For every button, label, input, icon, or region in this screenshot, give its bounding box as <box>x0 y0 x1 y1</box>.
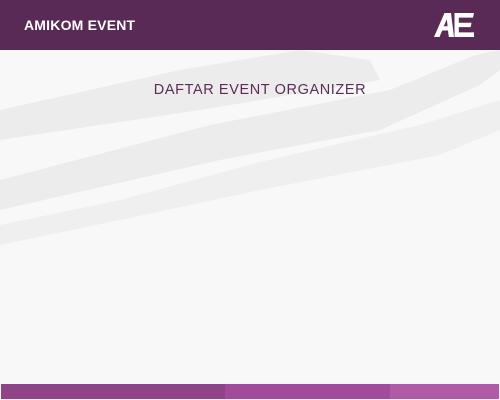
footer-color-bar <box>1 384 499 399</box>
app-title: AMIKOM EVENT <box>24 17 136 33</box>
ae-logo-icon <box>434 13 476 37</box>
footer-segment <box>390 384 499 399</box>
background-stripes <box>0 50 500 245</box>
app-header: AMIKOM EVENT <box>0 0 500 50</box>
footer-segment <box>225 384 390 399</box>
ae-logo-shape <box>434 13 474 37</box>
page-title: DAFTAR EVENT ORGANIZER <box>153 82 367 98</box>
footer-segment <box>1 384 225 399</box>
